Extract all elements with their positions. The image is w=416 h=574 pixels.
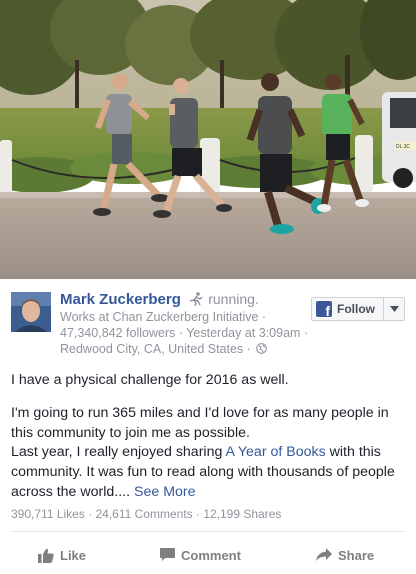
year-of-books-link[interactable]: A Year of Books [226,444,326,460]
post-paragraph-1: I have a physical challenge for 2016 as … [11,372,289,388]
comment-label: Comment [181,547,241,563]
facebook-icon: f [316,301,332,319]
action-bar: Like Comment Share [0,541,416,569]
thumbs-up-icon [38,548,54,563]
see-more-link[interactable]: See More [134,484,196,500]
follow-button[interactable]: f Follow [312,298,384,320]
divider [11,531,405,532]
comment-button[interactable]: Comment [160,541,241,569]
chevron-down-icon [389,306,399,312]
location-line: Redwood City, CA, United States · [60,342,268,357]
post-paragraph-3: Last year, I really enjoyed sharing A Ye… [11,442,407,502]
running-person-icon [188,292,204,307]
follow-button-group: f Follow [311,297,405,321]
paragraph-3-start: Last year, I really enjoyed sharing [11,444,226,460]
followers-timestamp[interactable]: 47,340,842 followers · Yesterday at 3:09… [60,326,308,341]
share-label: Share [338,547,375,563]
activity-text: running. [208,291,259,307]
author-line: Mark Zuckerberg running. [60,290,259,309]
like-button[interactable]: Like [38,541,86,569]
author-name[interactable]: Mark Zuckerberg [60,291,181,308]
engagement-stats[interactable]: 390,711 Likes · 24,611 Comments · 12,199… [11,507,281,521]
post-header: Mark Zuckerberg running. Works at Chan Z… [0,279,416,361]
share-arrow-icon [316,548,332,561]
author-subtitle: Works at Chan Zuckerberg Initiative · [60,310,267,324]
post-photo[interactable]: DL 3C [0,0,416,279]
share-button[interactable]: Share [316,541,374,569]
follow-dropdown-button[interactable] [384,298,404,320]
speech-bubble-icon [160,548,175,561]
like-label: Like [60,547,87,563]
avatar[interactable] [11,292,51,332]
post-paragraph-2: I'm going to run 365 miles and I'd love … [11,405,389,441]
location-text[interactable]: Redwood City, CA, United States · [60,342,251,356]
globe-icon[interactable] [256,343,268,354]
follow-label: Follow [337,302,375,316]
svg-text:DL 3C: DL 3C [396,144,410,150]
